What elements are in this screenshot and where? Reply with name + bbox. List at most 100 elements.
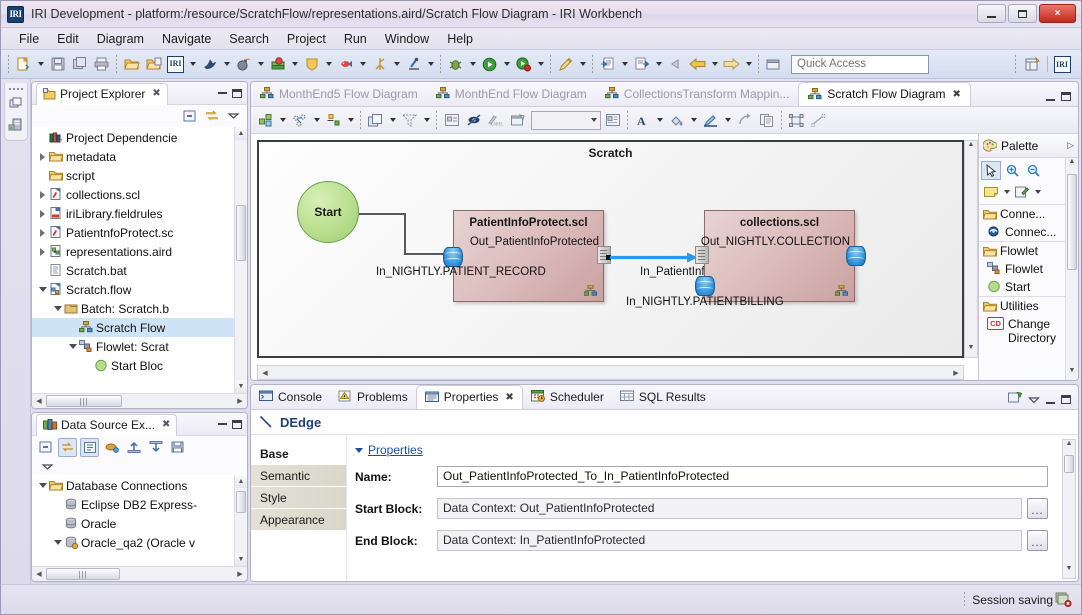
- maximize-view-icon[interactable]: [1061, 395, 1071, 404]
- scroll-thumb[interactable]: [236, 205, 246, 261]
- menu-navigate[interactable]: Navigate: [153, 30, 220, 48]
- bomb-tools-icon[interactable]: [233, 54, 254, 75]
- fill-color-icon[interactable]: [666, 110, 687, 131]
- note-attachment-dropdown[interactable]: [1033, 182, 1042, 201]
- shield-tools-dropdown[interactable]: [323, 54, 334, 75]
- maximize-button[interactable]: [1008, 4, 1037, 23]
- properties-vscrollbar[interactable]: ▲ ▼: [1062, 439, 1076, 579]
- scroll-thumb[interactable]: |||: [46, 395, 122, 407]
- import-icon[interactable]: [124, 438, 143, 457]
- view-menu-icon[interactable]: [224, 107, 243, 126]
- start-node[interactable]: Start: [297, 181, 359, 243]
- run-dropdown[interactable]: [501, 54, 512, 75]
- menu-window[interactable]: Window: [376, 30, 438, 48]
- scroll-up-icon[interactable]: ▲: [1063, 440, 1075, 453]
- tree-item[interactable]: Flowlet: Scrat: [32, 337, 247, 356]
- open-folder-icon[interactable]: [121, 54, 142, 75]
- minimize-view-icon[interactable]: [1046, 402, 1055, 404]
- export-dropdown[interactable]: [653, 54, 664, 75]
- order-dropdown[interactable]: [387, 110, 398, 131]
- bottom-panel-tab[interactable]: Properties ✖: [415, 385, 523, 409]
- palette-item[interactable]: Start: [979, 278, 1078, 296]
- close-icon[interactable]: ✖: [162, 419, 170, 430]
- tree-item[interactable]: script: [32, 166, 247, 185]
- output-database-icon[interactable]: [846, 246, 866, 266]
- tree-item[interactable]: Project Dependencie: [32, 128, 247, 147]
- editor-tab[interactable]: MonthEnd Flow Diagram: [427, 82, 596, 106]
- scroll-thumb[interactable]: [1067, 174, 1077, 270]
- zoom-out-tool-icon[interactable]: [1023, 161, 1043, 180]
- scroll-up-icon[interactable]: ▲: [235, 475, 247, 488]
- diagram-vscrollbar[interactable]: ▲ ▼: [964, 140, 978, 358]
- collapse-all-icon[interactable]: [36, 438, 55, 457]
- quick-access-input[interactable]: [791, 54, 929, 74]
- zoom-page-icon[interactable]: [602, 110, 623, 131]
- run-profile-icon[interactable]: [513, 54, 534, 75]
- minimize-view-icon[interactable]: [218, 92, 227, 94]
- align-dropdown[interactable]: [345, 110, 356, 131]
- palette-item[interactable]: Flowlet: [979, 260, 1078, 278]
- collapse-arrow[interactable]: [51, 306, 64, 311]
- menu-project[interactable]: Project: [278, 30, 335, 48]
- font-dropdown[interactable]: [654, 110, 665, 131]
- forward-icon[interactable]: [721, 54, 742, 75]
- filter-dropdown[interactable]: [421, 110, 432, 131]
- order-icon[interactable]: [365, 110, 386, 131]
- scroll-right-icon[interactable]: ▶: [949, 369, 963, 377]
- maximize-view-icon[interactable]: [232, 88, 242, 98]
- open-project-icon[interactable]: [143, 54, 164, 75]
- note-attachment-tool-icon[interactable]: [1012, 182, 1032, 201]
- close-icon[interactable]: ✖: [505, 392, 513, 403]
- input-database-icon[interactable]: [695, 276, 715, 296]
- palette-group-header[interactable]: Conne...«: [979, 204, 1078, 223]
- zoom-combo[interactable]: [531, 110, 601, 130]
- scroll-down-icon[interactable]: ▼: [1066, 367, 1078, 380]
- trace-tools-dropdown[interactable]: [391, 54, 402, 75]
- collapse-arrow[interactable]: [36, 287, 49, 292]
- close-icon[interactable]: ✖: [152, 88, 160, 99]
- expand-arrow[interactable]: [36, 190, 49, 199]
- property-value-input[interactable]: Data Context: In_PatientInfoProtected: [437, 530, 1022, 551]
- scroll-left-icon[interactable]: ◀: [258, 369, 272, 377]
- iri-tools-icon[interactable]: IRI: [165, 54, 186, 75]
- save-icon[interactable]: [47, 54, 68, 75]
- filter-icon[interactable]: [80, 437, 99, 457]
- scroll-up-icon[interactable]: ▲: [965, 141, 977, 154]
- align-icon[interactable]: [323, 110, 344, 131]
- data-source-explorer-fastview-icon[interactable]: [5, 114, 27, 136]
- tree-item[interactable]: metadata: [32, 147, 247, 166]
- menu-help[interactable]: Help: [438, 30, 482, 48]
- print-icon[interactable]: [91, 54, 112, 75]
- collapse-arrow[interactable]: [51, 540, 64, 545]
- palette-group-header[interactable]: Flowlet«: [979, 241, 1078, 260]
- arrange-dropdown[interactable]: [277, 110, 288, 131]
- input-database-icon[interactable]: [443, 247, 463, 267]
- diagram-frame[interactable]: Scratch Start PatientInfoProtect.scl Out…: [257, 140, 964, 358]
- export-icon[interactable]: [146, 438, 165, 457]
- tree-item[interactable]: iriLibrary.fieldrules: [32, 204, 247, 223]
- close-icon[interactable]: ✖: [952, 89, 960, 100]
- book-tools-dropdown[interactable]: [289, 54, 300, 75]
- hide-label-icon[interactable]: LABEL: [485, 110, 506, 131]
- new-wizard-icon[interactable]: [13, 54, 34, 75]
- line-color-dropdown[interactable]: [722, 110, 733, 131]
- scroll-right-icon[interactable]: ▶: [233, 570, 247, 578]
- properties-side-tab[interactable]: Appearance: [251, 509, 346, 531]
- debug-icon[interactable]: [445, 54, 466, 75]
- data-source-explorer-hscrollbar[interactable]: ◀ ||| ▶: [32, 566, 247, 581]
- menu-edit[interactable]: Edit: [48, 30, 88, 48]
- show-hide-compartment-icon[interactable]: [441, 110, 462, 131]
- open-perspective-icon[interactable]: [1022, 54, 1044, 75]
- previous-dropdown[interactable]: [709, 54, 720, 75]
- view-menu-icon[interactable]: [38, 457, 57, 476]
- tree-item[interactable]: Oracle_qa2 (Oracle v: [32, 533, 247, 552]
- tree-item[interactable]: PatientnfoProtect.sc: [32, 223, 247, 242]
- diagram-hscrollbar[interactable]: ◀ ▶: [257, 365, 964, 380]
- dolphin-tools-icon[interactable]: [199, 54, 220, 75]
- fast-view-handle[interactable]: [5, 85, 27, 92]
- scroll-up-icon[interactable]: ▲: [235, 127, 247, 140]
- book-tools-icon[interactable]: [267, 54, 288, 75]
- bomb-tools-dropdown[interactable]: [255, 54, 266, 75]
- run-profile-dropdown[interactable]: [535, 54, 546, 75]
- bottom-panel-tab[interactable]: Console: [251, 385, 330, 409]
